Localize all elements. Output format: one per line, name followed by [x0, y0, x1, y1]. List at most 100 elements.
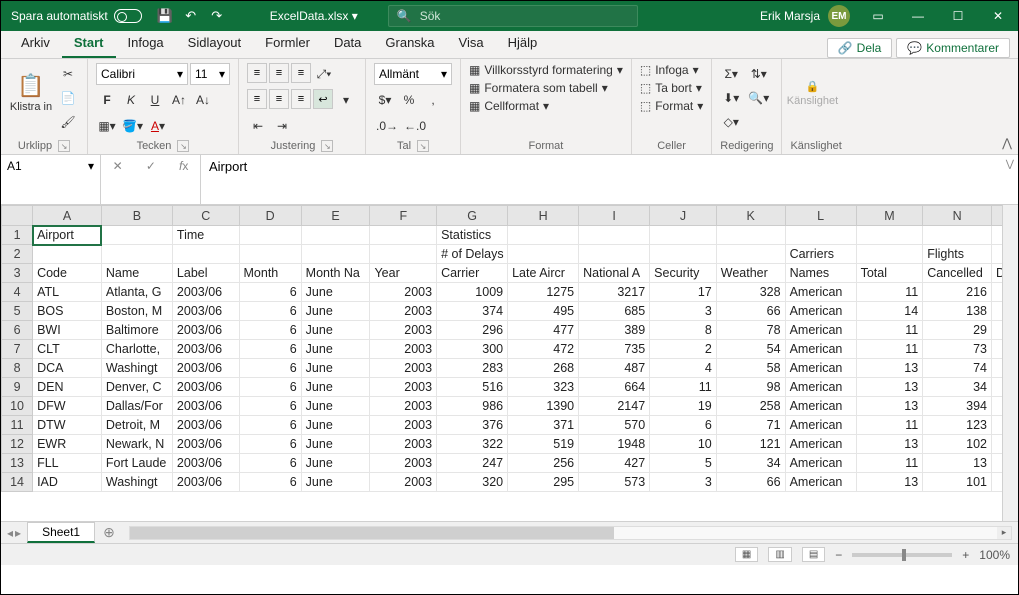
cell[interactable]: 2 [650, 340, 717, 359]
cell[interactable]: Weather [716, 264, 785, 283]
cell[interactable] [239, 245, 301, 264]
cell[interactable]: 14 [856, 302, 923, 321]
cut-button[interactable]: ✂ [57, 63, 79, 85]
cell[interactable]: 1009 [437, 283, 508, 302]
format-as-table-button[interactable]: ▦ Formatera som tabell ▾ [469, 81, 608, 95]
currency-button[interactable]: $▾ [374, 89, 396, 111]
col-header[interactable]: O [992, 206, 1002, 226]
merge-button[interactable]: ▾ [335, 89, 357, 111]
cell[interactable]: 519 [508, 435, 579, 454]
cell[interactable] [508, 245, 579, 264]
cell[interactable]: Charlotte, [101, 340, 172, 359]
cell[interactable]: 472 [508, 340, 579, 359]
cell[interactable] [856, 226, 923, 245]
cell[interactable]: 2003 [370, 473, 437, 492]
tab-data[interactable]: Data [322, 31, 373, 58]
cell[interactable]: 2003 [370, 321, 437, 340]
cell[interactable]: American [785, 359, 856, 378]
cell[interactable]: 6 [239, 416, 301, 435]
row-header[interactable]: 6 [2, 321, 33, 340]
cell[interactable] [650, 226, 717, 245]
avatar[interactable]: EM [828, 5, 850, 27]
cell[interactable]: June [301, 283, 370, 302]
cell[interactable]: 256 [508, 454, 579, 473]
dialog-launcher-icon[interactable]: ↘ [58, 140, 70, 152]
cell[interactable]: June [301, 454, 370, 473]
cell[interactable]: 1100 [992, 359, 1002, 378]
find-button[interactable]: 🔍▾ [746, 87, 771, 109]
cell[interactable]: 296 [437, 321, 508, 340]
cell[interactable]: Carriers [785, 245, 856, 264]
zoom-level[interactable]: 100% [979, 548, 1010, 562]
cell[interactable]: 2921 [992, 435, 1002, 454]
cell[interactable]: Washingt [101, 473, 172, 492]
cell[interactable]: 1245 [992, 321, 1002, 340]
zoom-in-button[interactable]: + [962, 548, 969, 562]
cell[interactable] [992, 245, 1002, 264]
cell[interactable]: Security [650, 264, 717, 283]
cell[interactable]: 2003 [370, 359, 437, 378]
cell[interactable]: 17 [650, 283, 717, 302]
cell[interactable]: 374 [437, 302, 508, 321]
normal-view-icon[interactable]: ▦ [735, 547, 758, 562]
cell[interactable]: BWI [33, 321, 102, 340]
cell[interactable]: 66 [716, 473, 785, 492]
cell[interactable]: 268 [508, 359, 579, 378]
cell[interactable]: CLT [33, 340, 102, 359]
cell[interactable]: 2003/06 [172, 340, 239, 359]
save-icon[interactable]: 💾 [152, 8, 178, 24]
cell[interactable]: 2003 [370, 283, 437, 302]
col-header[interactable]: I [579, 206, 650, 226]
cell[interactable]: 570 [579, 416, 650, 435]
cell[interactable]: 13 [856, 397, 923, 416]
cell[interactable]: 73 [923, 340, 992, 359]
horizontal-scrollbar[interactable]: ◂ ▸ [129, 526, 1012, 540]
cell[interactable]: June [301, 416, 370, 435]
cell[interactable]: 2003/06 [172, 359, 239, 378]
cell[interactable]: Code [33, 264, 102, 283]
cell[interactable]: 1623 [992, 302, 1002, 321]
align-center-button[interactable]: ≡ [269, 89, 289, 109]
cell[interactable]: June [301, 321, 370, 340]
col-header[interactable]: N [923, 206, 992, 226]
dialog-launcher-icon[interactable]: ↘ [417, 140, 429, 152]
tab-infoga[interactable]: Infoga [116, 31, 176, 58]
cell[interactable]: 2003 [370, 340, 437, 359]
cell[interactable]: 6 [239, 435, 301, 454]
cell[interactable]: 98 [716, 378, 785, 397]
cell[interactable]: 6 [239, 378, 301, 397]
cell[interactable]: 29 [923, 321, 992, 340]
cell[interactable]: 5 [650, 454, 717, 473]
cell[interactable]: 13 [856, 473, 923, 492]
cell[interactable] [579, 226, 650, 245]
cell[interactable]: Boston, M [101, 302, 172, 321]
cell[interactable]: 2003/06 [172, 416, 239, 435]
font-name-select[interactable]: Calibri▾ [96, 63, 188, 85]
select-all-corner[interactable] [2, 206, 33, 226]
copy-button[interactable]: 📄 [57, 87, 79, 109]
autosave-toggle[interactable] [114, 9, 142, 23]
name-box[interactable]: A1 ▾ [1, 155, 101, 204]
cell[interactable]: FLL [33, 454, 102, 473]
cell[interactable]: 1390 [508, 397, 579, 416]
cell[interactable]: 495 [508, 302, 579, 321]
minimize-button[interactable]: — [898, 1, 938, 31]
cell[interactable]: 2003/06 [172, 473, 239, 492]
cell[interactable]: 54 [716, 340, 785, 359]
col-header[interactable]: C [172, 206, 239, 226]
grow-font-button[interactable]: A↑ [168, 89, 190, 111]
cell[interactable]: Washingt [101, 359, 172, 378]
row-header[interactable]: 1 [2, 226, 33, 245]
cell[interactable]: Dallas/For [101, 397, 172, 416]
inc-decimal-button[interactable]: .0→ [374, 115, 400, 137]
row-header[interactable]: 2 [2, 245, 33, 264]
cell[interactable]: 322 [437, 435, 508, 454]
cell[interactable]: American [785, 302, 856, 321]
cell[interactable]: 6 [239, 321, 301, 340]
cell[interactable]: 19 [650, 397, 717, 416]
cell[interactable]: 13 [856, 359, 923, 378]
insert-cells-button[interactable]: ⬚ Infoga ▾ [640, 63, 699, 77]
cell[interactable]: 13 [923, 454, 992, 473]
cell[interactable] [172, 245, 239, 264]
prev-sheet-icon[interactable]: ◂ [7, 526, 13, 540]
